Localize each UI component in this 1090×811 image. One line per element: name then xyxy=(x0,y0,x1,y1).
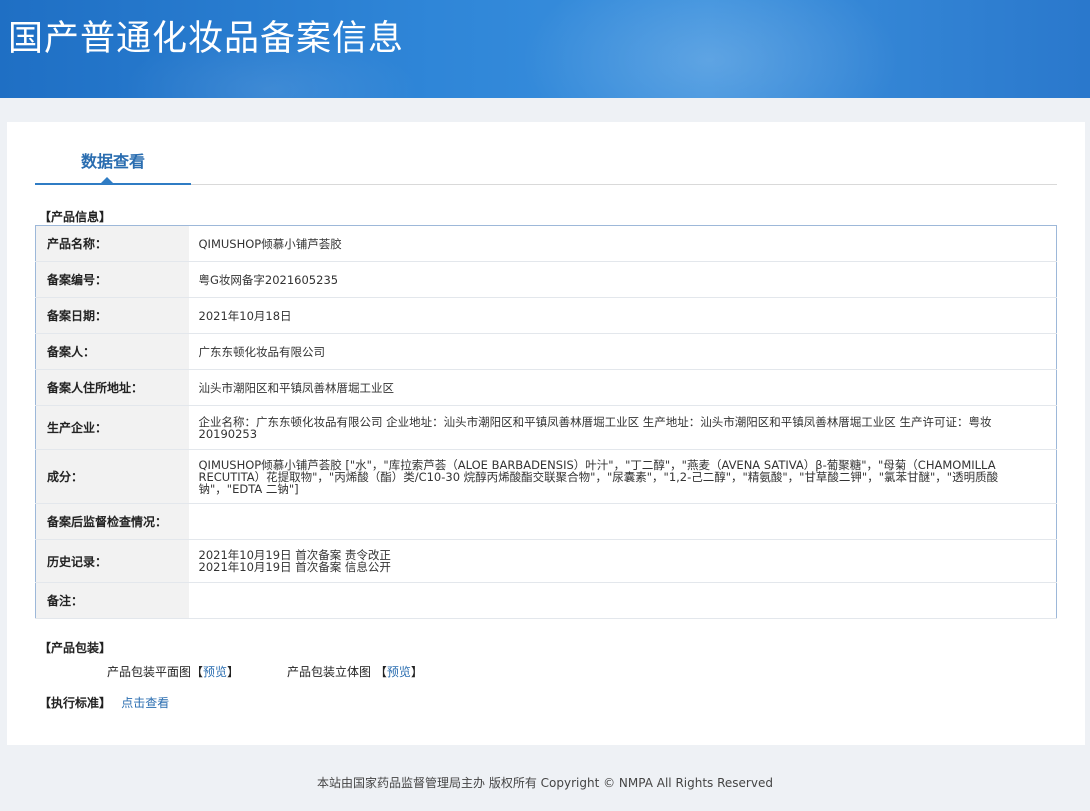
tab-active-arrow-icon xyxy=(101,177,113,183)
table-row: 备案编号： 粤G妆网备字2021605235 xyxy=(35,261,1057,298)
row-value: 企业名称：广东东顿化妆品有限公司 企业地址：汕头市潮阳区和平镇凤善林厝堀工业区 … xyxy=(188,405,1057,450)
section-standard: 【执行标准】 点击查看 xyxy=(39,694,169,711)
row-key: 备案后监督检查情况： xyxy=(35,503,189,540)
packaging-flat-preview-link[interactable]: 预览 xyxy=(203,665,227,679)
table-row: 备注： xyxy=(35,582,1057,619)
row-value: 2021年10月18日 xyxy=(188,297,1057,334)
table-row: 备案后监督检查情况： xyxy=(35,503,1057,540)
row-key: 历史记录： xyxy=(35,539,189,583)
content-card: 数据查看 【产品信息】 产品名称： QIMUSHOP倾慕小铺芦荟胶 备案编号： … xyxy=(7,122,1085,745)
table-row: 备案人： 广东东顿化妆品有限公司 xyxy=(35,333,1057,370)
row-key: 备案日期： xyxy=(35,297,189,334)
header-glow xyxy=(520,0,900,98)
packaging-solid: 产品包装立体图 【预览】 xyxy=(287,665,423,679)
page-title: 国产普通化妆品备案信息 xyxy=(8,19,405,59)
section-product-info: 【产品信息】 xyxy=(39,210,112,224)
table-row: 成分： QIMUSHOP倾慕小铺芦荟胶 ["水"，"库拉索芦荟（ALOE BAR… xyxy=(35,449,1057,504)
row-value: 广东东顿化妆品有限公司 xyxy=(188,333,1057,370)
table-row: 备案日期： 2021年10月18日 xyxy=(35,297,1057,334)
tab-data-view-label: 数据查看 xyxy=(80,152,145,171)
row-value xyxy=(188,582,1057,619)
row-value: 2021年10月19日 首次备案 责令改正 2021年10月19日 首次备案 信… xyxy=(188,539,1057,583)
row-key: 备案人： xyxy=(35,333,189,370)
table-row: 生产企业： 企业名称：广东东顿化妆品有限公司 企业地址：汕头市潮阳区和平镇凤善林… xyxy=(35,405,1057,450)
standard-view-link[interactable]: 点击查看 xyxy=(121,696,169,710)
row-value: QIMUSHOP倾慕小铺芦荟胶 ["水"，"库拉索芦荟（ALOE BARBADE… xyxy=(188,449,1057,504)
tab-data-view[interactable]: 数据查看 xyxy=(35,122,191,185)
tab-bar: 数据查看 xyxy=(35,122,1057,185)
row-key: 产品名称： xyxy=(35,225,189,262)
row-key: 备案编号： xyxy=(35,261,189,298)
footer-copyright: 本站由国家药品监督管理局主办 版权所有 Copyright © NMPA All… xyxy=(317,776,773,790)
row-key: 生产企业： xyxy=(35,405,189,450)
row-value: QIMUSHOP倾慕小铺芦荟胶 xyxy=(188,225,1057,262)
page-header: 国产普通化妆品备案信息 xyxy=(0,0,1090,98)
row-value: 汕头市潮阳区和平镇凤善林厝堀工业区 xyxy=(188,369,1057,406)
row-key: 成分： xyxy=(35,449,189,504)
section-standard-label: 【执行标准】 xyxy=(39,696,112,710)
product-info-table: 产品名称： QIMUSHOP倾慕小铺芦荟胶 备案编号： 粤G妆网备字202160… xyxy=(35,225,1057,619)
row-value: 粤G妆网备字2021605235 xyxy=(188,261,1057,298)
packaging-solid-preview-link[interactable]: 预览 xyxy=(387,665,411,679)
section-product-packaging: 【产品包装】 xyxy=(39,641,112,655)
row-key: 备注： xyxy=(35,582,189,619)
table-row: 产品名称： QIMUSHOP倾慕小铺芦荟胶 xyxy=(35,225,1057,262)
packaging-flat-label: 产品包装平面图 xyxy=(107,665,192,679)
table-row: 历史记录： 2021年10月19日 首次备案 责令改正 2021年10月19日 … xyxy=(35,539,1057,583)
packaging-solid-label: 产品包装立体图 xyxy=(287,665,372,679)
row-value xyxy=(188,503,1057,540)
table-row: 备案人住所地址： 汕头市潮阳区和平镇凤善林厝堀工业区 xyxy=(35,369,1057,406)
packaging-flat: 产品包装平面图【预览】 xyxy=(107,665,240,679)
row-key: 备案人住所地址： xyxy=(35,369,189,406)
